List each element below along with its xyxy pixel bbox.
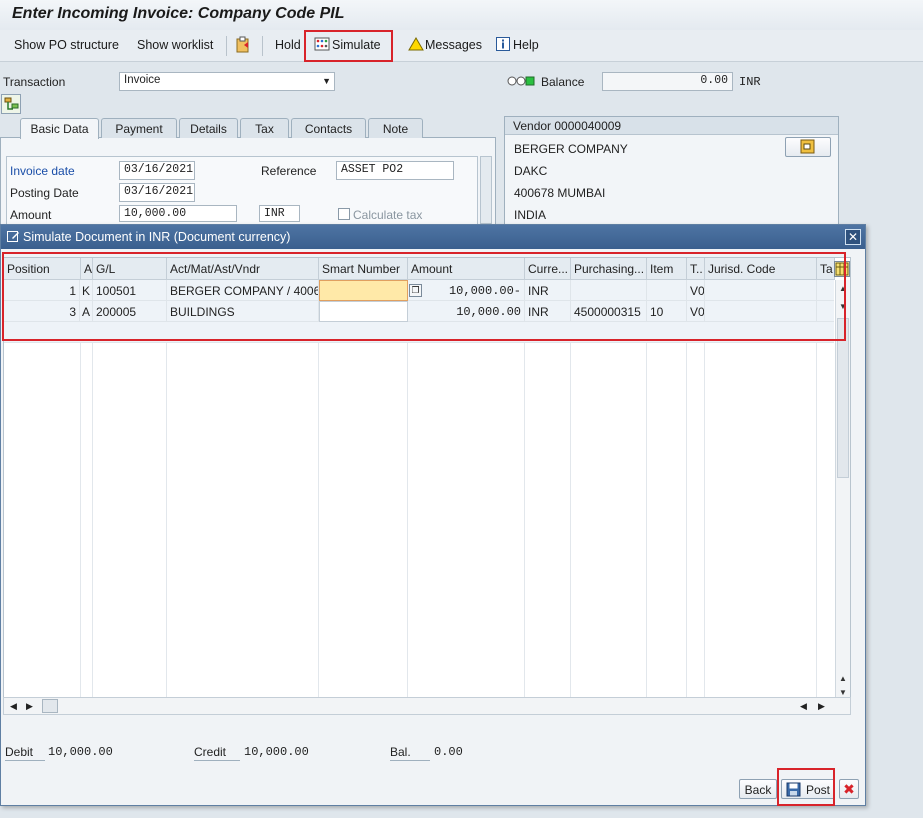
balance-diff-label: Bal. — [390, 745, 430, 761]
tab-payment[interactable]: Payment — [101, 118, 177, 138]
tab-basic-data[interactable]: Basic Data — [20, 118, 99, 139]
scroll-right-icon[interactable]: ▶ — [818, 701, 825, 712]
form-scrollbar[interactable] — [480, 156, 492, 224]
hold-button[interactable]: Hold — [275, 38, 301, 52]
credit-value: 10,000.00 — [244, 745, 309, 759]
column-divider — [92, 280, 93, 700]
column-divider — [318, 280, 319, 700]
vendor-country: INDIA — [514, 208, 547, 222]
window-title-bar: Enter Incoming Invoice: Company Code PIL — [0, 0, 923, 30]
clipboard-icon[interactable] — [235, 36, 251, 57]
column-divider — [407, 280, 408, 700]
application-toolbar: Show PO structure Show worklist Hold Sim… — [0, 30, 923, 62]
column-divider — [816, 280, 817, 700]
vendor-detail-icon — [800, 139, 815, 154]
balance-label: Balance — [541, 75, 585, 89]
transaction-select[interactable]: Invoice ▼ — [119, 72, 335, 91]
amount-field[interactable]: 10,000.00 — [119, 205, 237, 222]
dialog-title-bar: Simulate Document in INR (Document curre… — [1, 225, 865, 249]
horizontal-scrollbar[interactable]: ◀ ▶ ◀ ▶ — [3, 697, 851, 715]
scroll-down-icon[interactable]: ▼ — [839, 688, 847, 697]
transaction-label: Transaction — [3, 75, 66, 89]
simulate-highlight — [304, 30, 393, 62]
column-divider — [80, 280, 81, 700]
messages-button[interactable]: Messages — [425, 38, 482, 52]
traffic-light-icon — [507, 75, 535, 90]
posting-date-label: Posting Date — [10, 186, 79, 200]
tab-note[interactable]: Note — [368, 118, 423, 138]
scroll-up-icon[interactable]: ▲ — [839, 674, 847, 683]
scroll-left-icon[interactable]: ◀ — [10, 701, 17, 712]
vendor-panel: Vendor 0000040009 BERGER COMPANY DAKC 40… — [504, 116, 839, 228]
reference-label: Reference — [261, 164, 317, 178]
post-highlight — [777, 768, 835, 806]
tab-contacts[interactable]: Contacts — [291, 118, 366, 138]
back-button[interactable]: Back — [739, 779, 777, 799]
debit-value: 10,000.00 — [48, 745, 113, 759]
tab-tax[interactable]: Tax — [240, 118, 289, 138]
column-divider — [524, 280, 525, 700]
scroll-left-icon[interactable]: ◀ — [800, 701, 807, 712]
currency-field[interactable]: INR — [259, 205, 300, 222]
scroll-thumb[interactable] — [837, 318, 849, 478]
balance-currency: INR — [739, 75, 761, 89]
invoice-date-field[interactable]: 03/16/2021 — [119, 161, 195, 180]
tree-toggle-icon[interactable] — [1, 94, 21, 114]
calculate-tax-label: Calculate tax — [353, 208, 423, 222]
toolbar-separator — [226, 36, 227, 56]
table-rows-highlight — [2, 252, 846, 341]
column-divider — [166, 280, 167, 700]
warning-icon — [408, 37, 424, 54]
balance-field: 0.00 — [602, 72, 733, 91]
edit-document-icon — [7, 230, 20, 246]
close-icon[interactable]: ✕ — [845, 229, 861, 245]
show-po-structure-button[interactable]: Show PO structure — [14, 38, 119, 52]
column-divider — [570, 280, 571, 700]
vendor-detail-button[interactable] — [785, 137, 831, 157]
column-divider — [686, 280, 687, 700]
column-divider — [704, 280, 705, 700]
vendor-line3: 400678 MUMBAI — [514, 186, 606, 200]
invoice-date-label: Invoice date — [10, 164, 75, 178]
transaction-value: Invoice — [124, 74, 161, 86]
posting-date-field[interactable]: 03/16/2021 — [119, 183, 195, 202]
show-worklist-button[interactable]: Show worklist — [137, 38, 213, 52]
window-title: Enter Incoming Invoice: Company Code PIL — [12, 5, 345, 22]
chevron-down-icon[interactable]: ▼ — [322, 76, 331, 86]
credit-label: Credit — [194, 745, 240, 761]
tab-details[interactable]: Details — [179, 118, 238, 138]
info-icon — [496, 37, 510, 54]
calculate-tax-checkbox[interactable] — [338, 208, 350, 220]
vendor-title: Vendor 0000040009 — [513, 119, 622, 133]
vertical-scrollbar[interactable]: ▲ ▼ ▲ ▼ — [835, 280, 850, 700]
scroll-right-icon[interactable]: ▶ — [26, 701, 33, 712]
toolbar-separator — [262, 36, 263, 56]
balance-diff-value: 0.00 — [434, 745, 463, 759]
reference-field[interactable]: ASSET PO2 — [336, 161, 454, 180]
dialog-title: Simulate Document in INR (Document curre… — [23, 230, 291, 244]
vendor-name: BERGER COMPANY — [514, 142, 628, 156]
debit-label: Debit — [5, 745, 45, 761]
amount-label: Amount — [10, 208, 52, 222]
vendor-line2: DAKC — [514, 164, 548, 178]
column-divider — [646, 280, 647, 700]
cancel-icon[interactable]: ✖ — [839, 779, 859, 799]
help-button[interactable]: Help — [513, 38, 539, 52]
scroll-thumb[interactable] — [42, 699, 58, 713]
